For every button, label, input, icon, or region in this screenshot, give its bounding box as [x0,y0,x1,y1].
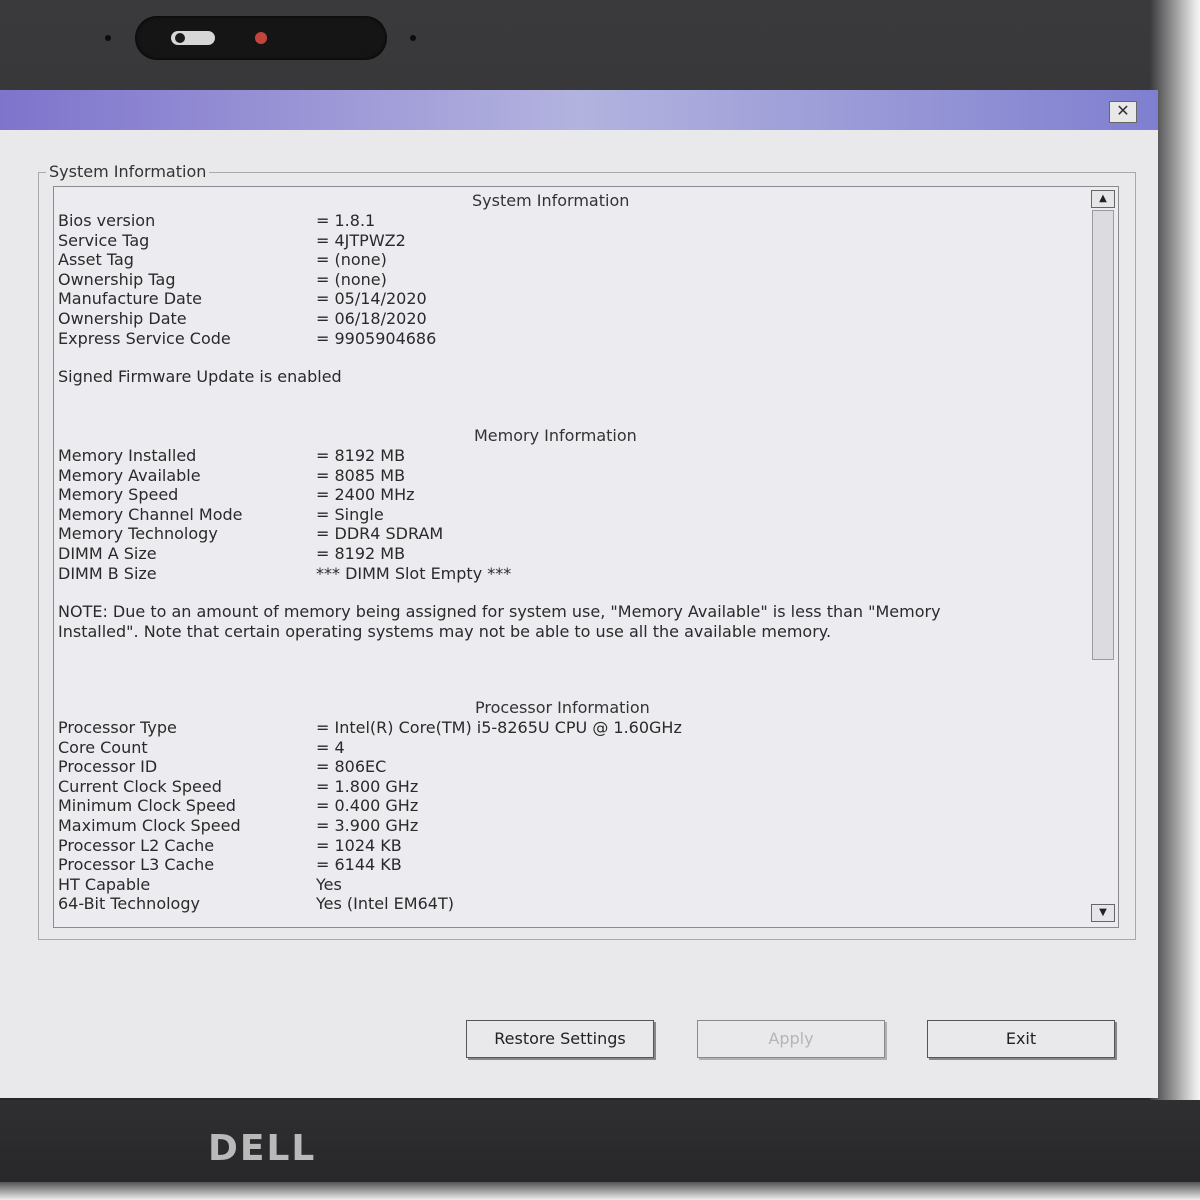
row-label: Memory Speed [58,485,179,505]
bezel-bottom-edge [0,1182,1200,1200]
processor-row: Processor L3 Cache = 6144 KB [58,855,1058,875]
row-label: Memory Available [58,465,201,485]
note-text: Signed Firmware Update is enabled [58,367,342,386]
row-value: = DDR4 SDRAM [316,524,444,544]
memory-row: Memory Channel Mode = Single [58,505,1058,525]
memory-row: Memory Available = 8085 MB [58,466,1058,486]
processor-row: Processor L2 Cache = 1024 KB [58,836,1058,856]
row-value: = 3.900 GHz [316,816,419,835]
mic-right [410,35,416,41]
memory-row: Memory Speed = 2400 MHz [58,485,1058,505]
memory-row: Memory Technology = DDR4 SDRAM [58,524,1058,544]
webcam [135,16,387,60]
row-value: = 1.8.1 [316,211,376,230]
processor-row: Processor Type = Intel(R) Core(TM) i5-826… [58,718,1058,738]
section-heading: Processor Information [475,698,650,717]
row-value: = Intel(R) Core(TM) i5-8265U CPU @ 1.60G… [316,718,682,737]
restore-settings-button[interactable]: Restore Settings [466,1020,654,1058]
info-panel[interactable]: System Information Bios version = 1.8.1 Ser… [53,186,1119,928]
camera-shutter [171,31,215,45]
section-heading: System Information [472,191,630,210]
row-label: Processor Type [58,718,177,737]
row-value: = 8192 MB [316,544,406,563]
title-bar [0,90,1158,130]
row-value: = 8192 MB [316,446,406,465]
processor-row: 64-Bit Technology Yes (Intel EM64T) [58,894,1058,914]
row-value: = 4 [316,737,345,757]
processor-row: Current Clock Speed = 1.800 GHz [58,777,1058,797]
scrollbar[interactable]: ▲ ▼ [1089,186,1119,928]
row-value: = 806EC [316,757,387,777]
close-button[interactable]: ✕ [1109,101,1137,123]
row-label: Current Clock Speed [58,776,222,796]
row-label: DIMM B Size [58,563,157,583]
dell-logo: DELL [208,1128,317,1169]
system-row: Ownership Date = 06/18/2020 [58,309,1058,329]
row-label: Processor ID [58,757,158,777]
row-label: Memory Channel Mode [58,504,243,524]
row-value: = (none) [316,269,387,289]
row-label: Bios version [58,211,156,230]
row-value: = 6144 KB [316,855,402,875]
row-label: HT Capable [58,874,151,894]
row-label: Ownership Tag [58,269,176,289]
row-value: = 8085 MB [316,465,406,485]
system-row: Asset Tag = (none) [58,250,1058,270]
row-label: Maximum Clock Speed [58,816,241,835]
row-value: = 9905904686 [316,328,437,348]
row-value: = 1.800 GHz [316,776,419,796]
row-label: Ownership Date [58,309,187,328]
scroll-down-button[interactable]: ▼ [1091,904,1115,922]
note-text: NOTE: Due to an amount of memory being a… [58,602,941,641]
row-value: = 05/14/2020 [316,289,427,309]
system-row: Manufacture Date = 05/14/2020 [58,289,1058,309]
row-label: Processor L2 Cache [58,835,215,855]
row-label: 64-Bit Technology [58,894,200,914]
processor-row: Maximum Clock Speed = 3.900 GHz [58,816,1058,836]
row-label: DIMM A Size [58,544,157,563]
section-heading: Memory Information [474,426,637,445]
row-label: Manufacture Date [58,289,202,309]
row-label: Processor L3 Cache [58,855,215,875]
processor-row: Minimum Clock Speed = 0.400 GHz [58,796,1058,816]
scroll-thumb[interactable] [1092,210,1114,660]
memory-row: DIMM A Size = 8192 MB [58,544,1058,564]
system-row: Bios version = 1.8.1 [58,211,1058,231]
memory-row: Memory Installed = 8192 MB [58,446,1058,466]
scroll-up-button[interactable]: ▲ [1091,190,1115,208]
row-label: Memory Technology [58,524,218,544]
processor-row: Processor ID = 806EC [58,757,1058,777]
row-label: Minimum Clock Speed [58,796,236,816]
shutter-dot [175,33,185,43]
row-value: = 2400 MHz [316,485,415,505]
row-value: = 0.400 GHz [316,796,419,816]
bios-screen: ✕ System Information System Information B… [0,90,1158,1098]
row-value: = Single [316,504,384,524]
row-value: = 4JTPWZ2 [316,230,406,250]
row-value: = 1024 KB [316,835,402,855]
system-row: Express Service Code = 9905904686 [58,329,1058,349]
row-label: Core Count [58,737,148,757]
group-title: System Information [46,162,210,181]
row-value: = (none) [316,250,387,270]
row-value: *** DIMM Slot Empty *** [316,563,512,583]
exit-button[interactable]: Exit [927,1020,1115,1058]
apply-button[interactable]: Apply [697,1020,885,1058]
row-label: Memory Installed [58,446,197,465]
row-value: Yes [316,874,342,894]
row-value: Yes (Intel EM64T) [316,894,454,914]
camera-led [255,32,267,44]
row-label: Asset Tag [58,250,134,270]
row-label: Service Tag [58,230,150,250]
processor-row: Core Count = 4 [58,738,1058,758]
mic-left [105,35,111,41]
system-row: Service Tag = 4JTPWZ2 [58,231,1058,251]
system-row: Ownership Tag = (none) [58,270,1058,290]
processor-row: HT Capable Yes [58,875,1058,895]
memory-row: DIMM B Size *** DIMM Slot Empty *** [58,564,1058,584]
row-label: Express Service Code [58,328,231,348]
row-value: = 06/18/2020 [316,309,427,328]
